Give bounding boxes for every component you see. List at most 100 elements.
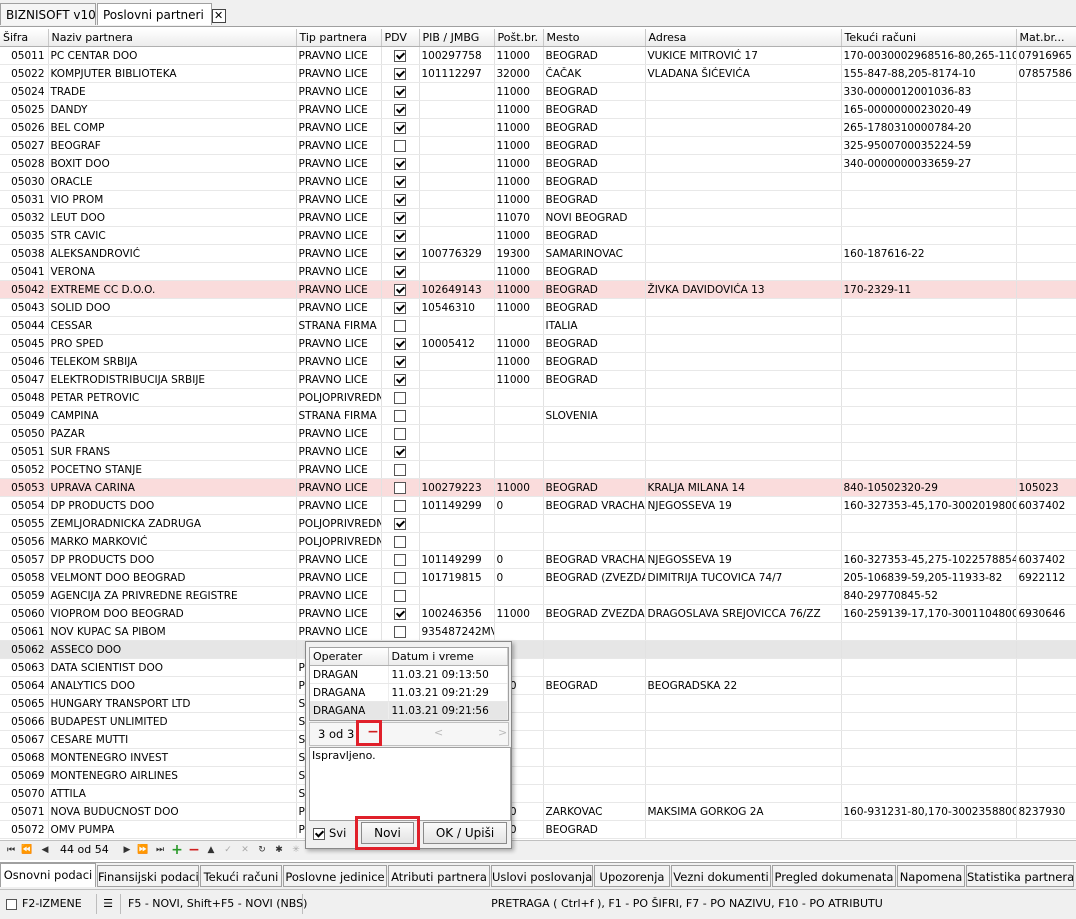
table-row[interactable]: 05070ATTILAST xyxy=(0,784,1076,803)
tab-pregled-dokumenata[interactable]: Pregled dokumenata xyxy=(772,865,896,887)
post-record-icon[interactable]: ✓ xyxy=(221,843,235,857)
pdv-checkbox[interactable] xyxy=(393,499,406,512)
table-row[interactable]: 05065HUNGARY TRANSPORT LTDST xyxy=(0,694,1076,713)
pdv-checkbox[interactable] xyxy=(393,301,406,314)
table-row[interactable]: 05058 VELMONT DOO BEOGRAD PRAVNO LICE 10171… xyxy=(0,568,1076,587)
table-row[interactable]: 05061 NOV KUPAC SA PIBOM PRAVNO LICE 935487… xyxy=(0,622,1076,641)
add-record-icon[interactable]: + xyxy=(170,843,184,857)
table-row[interactable]: 05026 BEL COMP PRAVNO LICE 11000 BEOGRAD 265-… xyxy=(0,118,1076,137)
table-row[interactable]: 05068MONTENEGRO INVESTST xyxy=(0,748,1076,767)
pdv-checkbox[interactable] xyxy=(393,49,406,62)
pdv-checkbox[interactable] xyxy=(393,157,406,170)
table-row[interactable]: 05063 DATA SCIENTIST DOO P xyxy=(0,658,1076,677)
pdv-checkbox[interactable] xyxy=(393,67,406,80)
svi-checkbox[interactable] xyxy=(313,827,325,840)
tab-uslovi-poslovanja[interactable]: Uslovi poslovanja xyxy=(491,865,593,887)
pdv-checkbox[interactable] xyxy=(393,427,406,440)
table-row[interactable]: 05060 VIOPROM DOO BEOGRAD PRAVNO LICE 10024… xyxy=(0,604,1076,623)
table-row[interactable]: 05046 TELEKOM SRBIJA PRAVNO LICE 11000 BEOGR… xyxy=(0,352,1076,371)
pdv-checkbox[interactable] xyxy=(393,121,406,134)
tab-osnovni-podaci[interactable]: Osnovni podaci xyxy=(0,863,96,887)
svi-checkbox-wrap[interactable]: Svi xyxy=(313,826,346,840)
table-row[interactable]: 05048 PETAR PETROVIC POLJOPRIVREDN xyxy=(0,388,1076,407)
history-note-field[interactable]: Ispravljeno. xyxy=(309,747,511,821)
table-row[interactable]: 05064ANALYTICS DOOPF000BEOGRADBEOGRADSKA… xyxy=(0,676,1076,695)
table-row[interactable]: 05032 LEUT DOO PRAVNO LICE 11070 NOVI BEOGRA… xyxy=(0,208,1076,227)
table-row[interactable]: 05038 ALEKSANDROVIĆ PRAVNO LICE 100776329 19… xyxy=(0,244,1076,263)
history-row[interactable]: DRAGANA 11.03.21 09:21:29 xyxy=(310,683,508,702)
tab-poslovni-partneri[interactable]: Poslovni partneri ✕ xyxy=(97,3,226,25)
table-row[interactable]: 05062 ASSECO DOO xyxy=(0,640,1076,659)
col-header-tip[interactable]: Tip partnera xyxy=(296,29,382,47)
table-row[interactable]: 05054 DP PRODUCTS DOO PRAVNO LICE 101149299… xyxy=(0,496,1076,515)
table-row[interactable]: 05031 VIO PROM PRAVNO LICE 11000 BEOGRAD xyxy=(0,190,1076,209)
table-row[interactable]: 05053 UPRAVA CARINA PRAVNO LICE 100279223 11… xyxy=(0,478,1076,497)
table-row[interactable]: 05045 PRO SPED PRAVNO LICE 10005412 11000 BEO… xyxy=(0,334,1076,353)
table-row[interactable]: 05066BUDAPEST UNLIMITEDST xyxy=(0,712,1076,731)
table-row[interactable]: 05042 EXTREME CC D.O.O. PRAVNO LICE 1026491… xyxy=(0,280,1076,299)
table-row[interactable]: 05043 SOLID DOO PRAVNO LICE 10546310 11000 BE… xyxy=(0,298,1076,317)
history-next-icon[interactable]: > xyxy=(498,726,507,739)
pdv-checkbox[interactable] xyxy=(393,355,406,368)
col-header-adresa[interactable]: Adresa xyxy=(645,29,842,47)
pdv-checkbox[interactable] xyxy=(393,571,406,584)
pdv-checkbox[interactable] xyxy=(393,517,406,530)
table-row[interactable]: 05056 MARKO MARKOVIĆ POLJOPRIVREDN xyxy=(0,532,1076,551)
table-row[interactable]: 05011 PC CENTAR DOO PRAVNO LICE 100297758 11… xyxy=(0,46,1076,65)
table-row[interactable]: 05024 TRADE PRAVNO LICE 11000 BEOGRAD 330-000… xyxy=(0,82,1076,101)
edit-record-icon[interactable]: ▲ xyxy=(204,843,218,857)
table-row[interactable]: 05041 VERONA PRAVNO LICE 11000 BEOGRAD xyxy=(0,262,1076,281)
tab-poslovne-jedinice[interactable]: Poslovne jedinice xyxy=(283,865,387,887)
delete-record-icon[interactable]: − xyxy=(187,843,201,857)
col-header-pdv[interactable]: PDV xyxy=(381,29,420,47)
pdv-checkbox[interactable] xyxy=(393,337,406,350)
tab-finansijski-podaci[interactable]: Finansijski podaci xyxy=(97,865,199,887)
col-header-sifra[interactable]: Šifra xyxy=(0,29,49,47)
first-page-icon[interactable]: ⏮ xyxy=(4,843,18,857)
table-row[interactable]: 05025 DANDY PRAVNO LICE 11000 BEOGRAD 165-000… xyxy=(0,100,1076,119)
pdv-checkbox[interactable] xyxy=(393,373,406,386)
f2-checkbox[interactable] xyxy=(6,898,17,910)
partners-grid[interactable]: Šifra Naziv partnera Tip partnera PDV PI… xyxy=(0,29,1076,839)
table-row[interactable]: 05044 CESSAR STRANA FIRMA ITALIA xyxy=(0,316,1076,335)
close-icon[interactable]: ✕ xyxy=(211,8,226,23)
table-row[interactable]: 05051 SUR FRANS PRAVNO LICE xyxy=(0,442,1076,461)
pdv-checkbox[interactable] xyxy=(393,85,406,98)
table-row[interactable]: 05049 CAMPINA STRANA FIRMA SLOVENIA xyxy=(0,406,1076,425)
table-row[interactable]: 05047 ELEKTRODISTRIBUCIJA SRBIJE PRAVNO LI… xyxy=(0,370,1076,389)
ok-upisi-button[interactable]: OK / Upiši xyxy=(423,822,507,844)
grid-view-icon[interactable]: ☰ xyxy=(96,894,121,914)
pdv-checkbox[interactable] xyxy=(393,553,406,566)
col-header-racuni[interactable]: Tekući računi xyxy=(841,29,1017,47)
pdv-checkbox[interactable] xyxy=(393,175,406,188)
pdv-checkbox[interactable] xyxy=(393,463,406,476)
table-row[interactable]: 05072OMV PUMPAPF000BEOGRAD xyxy=(0,820,1076,839)
table-row[interactable]: 05035 STR CAVIC PRAVNO LICE 11000 BEOGRAD xyxy=(0,226,1076,245)
goto-bookmark-icon[interactable]: ✳ xyxy=(289,843,303,857)
last-page-icon[interactable]: ⏭ xyxy=(153,843,167,857)
pdv-checkbox[interactable] xyxy=(393,283,406,296)
table-row[interactable]: 05067CESARE MUTTIST xyxy=(0,730,1076,749)
table-row[interactable]: 05030 ORACLE PRAVNO LICE 11000 BEOGRAD xyxy=(0,172,1076,191)
pdv-checkbox[interactable] xyxy=(393,265,406,278)
pdv-checkbox[interactable] xyxy=(393,139,406,152)
bookmark-icon[interactable]: ✱ xyxy=(272,843,286,857)
col-header-pib[interactable]: PIB / JMBG xyxy=(419,29,495,47)
table-row[interactable]: 05027 BEOGRAF PRAVNO LICE 11000 BEOGRAD 325-9… xyxy=(0,136,1076,155)
f2-izmene-toggle[interactable]: F2-IZMENE xyxy=(2,894,97,914)
table-row[interactable]: 05059 AGENCIJA ZA PRIVREDNE REGISTRE PRAVN… xyxy=(0,586,1076,605)
table-row[interactable]: 05055 ZEMLJORADNICKA ZADRUGA POLJOPRIVREDN xyxy=(0,514,1076,533)
pdv-checkbox[interactable] xyxy=(393,211,406,224)
pdv-checkbox[interactable] xyxy=(393,409,406,422)
history-row[interactable]: DRAGANA 11.03.21 09:21:56 xyxy=(310,701,508,720)
col-header-postbr[interactable]: Pošt.br. xyxy=(494,29,544,47)
tab-biznisoft[interactable]: BIZNISOFT v10 xyxy=(0,3,96,25)
table-row[interactable]: 05057 DP PRODUCTS DOO PRAVNO LICE 101149299… xyxy=(0,550,1076,569)
history-table[interactable]: Operater Datum i vreme DRAGAN 11.03.21 09… xyxy=(309,647,509,721)
pdv-checkbox[interactable] xyxy=(393,481,406,494)
tab-vezni-dokumenti[interactable]: Vezni dokumenti xyxy=(671,865,771,887)
tab-napomena[interactable]: Napomena xyxy=(897,865,965,887)
history-prev-icon[interactable]: < xyxy=(434,726,443,739)
tab-atributi-partnera[interactable]: Atributi partnera xyxy=(388,865,490,887)
col-header-naziv[interactable]: Naziv partnera xyxy=(48,29,297,47)
